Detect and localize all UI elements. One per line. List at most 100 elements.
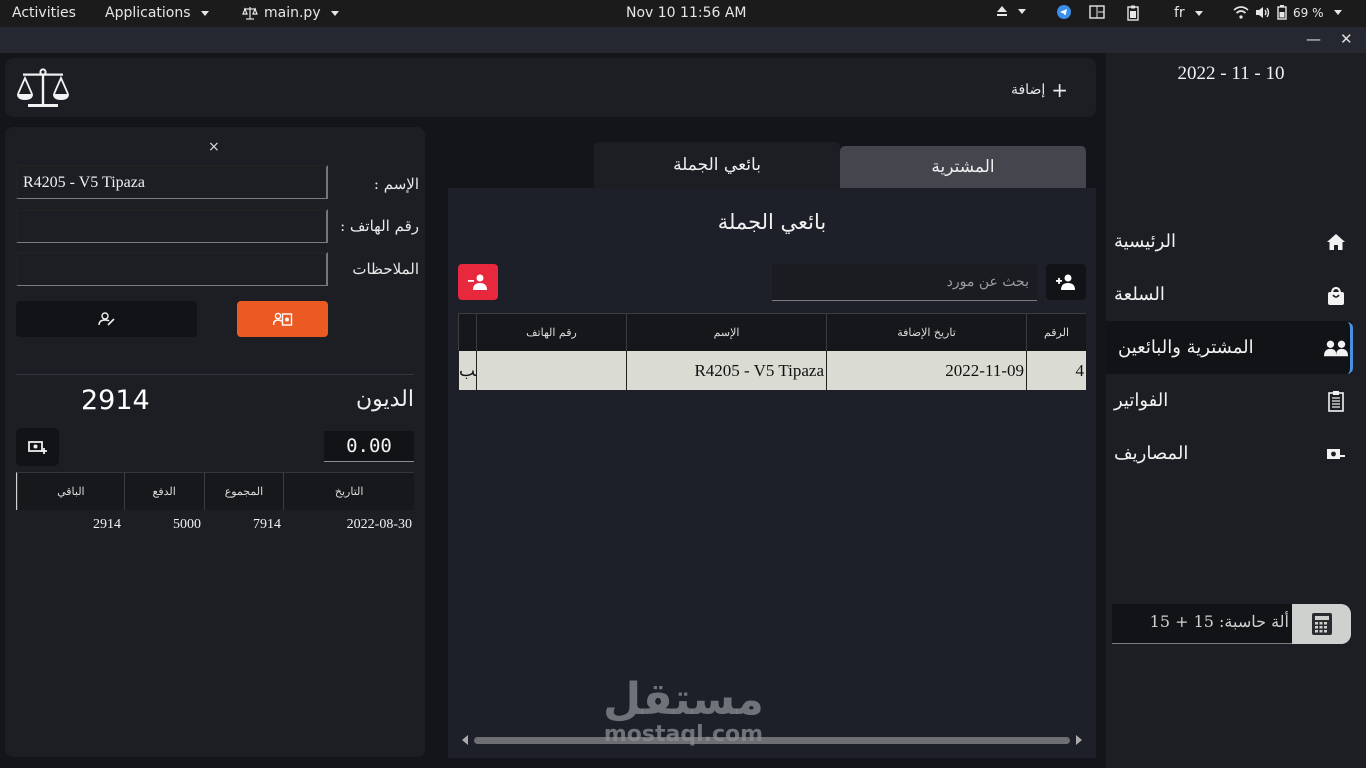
keyboard-layout-menu[interactable]: fr: [1174, 5, 1203, 21]
eject-icon: [997, 6, 1007, 16]
column-header-extra[interactable]: [458, 314, 476, 351]
tab-buyers[interactable]: المشترية: [840, 146, 1086, 188]
edit-supplier-button[interactable]: [16, 301, 197, 337]
telegram-tray[interactable]: [1057, 5, 1071, 19]
phone-row: رقم الهاتف :: [16, 209, 419, 249]
battery-percent: 69 %: [1293, 5, 1324, 20]
applications-menu[interactable]: Applications: [105, 5, 209, 21]
terminal-tray[interactable]: [1089, 5, 1105, 19]
close-panel-button[interactable]: ×: [208, 139, 220, 155]
user-money-icon: [272, 312, 292, 326]
divider: [16, 374, 414, 375]
sidebar-item-goods[interactable]: السلعة: [1106, 268, 1352, 321]
activities-label: Activities: [12, 5, 76, 21]
cell-phone: [476, 351, 626, 390]
name-field[interactable]: [16, 165, 328, 199]
column-header-number[interactable]: الرقم: [1026, 314, 1086, 351]
name-label: الإسم :: [373, 175, 419, 193]
debt-label: الديون: [355, 387, 414, 412]
watermark: مستقل mostaql.com: [603, 676, 764, 746]
scroll-left-icon[interactable]: [462, 735, 468, 745]
debt-value: 2914: [81, 385, 150, 416]
active-indicator: [1347, 322, 1353, 374]
debt-history-table: التاريخ المجموع الدفع الباقي 2022-08-30 …: [16, 472, 414, 540]
current-date: 2022 - 11 - 10: [1177, 63, 1285, 84]
telegram-icon: [1057, 5, 1071, 19]
watermark-latin: mostaql.com: [603, 722, 764, 747]
pay-supplier-button[interactable]: [237, 301, 328, 337]
scroll-right-icon[interactable]: [1076, 735, 1082, 745]
money-add-icon: [27, 441, 47, 454]
sidebar-item-buyers-sellers[interactable]: المشترية والبائعين: [1106, 321, 1352, 374]
add-supplier-button[interactable]: [1046, 264, 1086, 300]
user-edit-icon: [97, 312, 115, 326]
watermark-arabic: مستقل: [603, 674, 764, 725]
chevron-down-icon: [1194, 10, 1203, 16]
phone-field[interactable]: [16, 209, 328, 243]
shopping-bag-icon: [1324, 284, 1348, 308]
calculator-button[interactable]: [1292, 604, 1351, 644]
sidebar-item-home[interactable]: الرئيسية: [1106, 215, 1352, 268]
column-header-phone[interactable]: رقم الهاتف: [476, 314, 626, 351]
chevron-down-icon: [200, 10, 209, 16]
table-row[interactable]: 4 2022-11-09 R4205 - V5 Tipaza حلب: [458, 351, 1086, 390]
column-header-date[interactable]: التاريخ: [283, 473, 414, 510]
minimize-button[interactable]: —: [1306, 30, 1321, 48]
notes-label: الملاحظات: [352, 260, 419, 278]
chevron-down-icon: [330, 10, 339, 16]
app-name: main.py: [264, 5, 321, 21]
chevron-down-icon: [1018, 8, 1026, 14]
supplier-detail-panel: × الإسم : رقم الهاتف : الملاحظات الديون …: [5, 127, 425, 757]
column-header-remaining[interactable]: الباقي: [17, 473, 124, 510]
sidebar-item-invoices[interactable]: الفواتير: [1106, 374, 1352, 427]
suppliers-table: الرقم تاريخ الإضافة الإسم رقم الهاتف 4 2…: [458, 313, 1086, 390]
column-header-name[interactable]: الإسم: [626, 314, 826, 351]
keyboard-layout-label: fr: [1174, 5, 1185, 21]
notes-field[interactable]: [16, 252, 328, 286]
table-header: الرقم تاريخ الإضافة الإسم رقم الهاتف: [458, 313, 1086, 351]
calculator-widget[interactable]: ألة حاسبة: 15 + 15: [1112, 604, 1351, 644]
scales-logo-icon: [17, 68, 69, 107]
eject-menu[interactable]: [996, 5, 1026, 17]
delete-supplier-button[interactable]: [458, 264, 498, 300]
search-supplier-input[interactable]: [772, 264, 1037, 301]
sidebar-item-label: المصاريف: [1114, 443, 1189, 464]
applications-label: Applications: [105, 5, 191, 21]
home-icon: [1324, 230, 1348, 254]
clipboard-tray[interactable]: [1127, 5, 1139, 21]
calculator-icon: [1311, 613, 1332, 635]
app-menu[interactable]: main.py: [242, 5, 339, 21]
sidebar: 2022 - 11 - 10 الرئيسية السلعة المشترية …: [1106, 53, 1366, 768]
column-header-date-added[interactable]: تاريخ الإضافة: [826, 314, 1026, 351]
sidebar-item-label: السلعة: [1114, 284, 1165, 305]
close-window-button[interactable]: ✕: [1340, 30, 1353, 48]
clipboard-tray-icon: [1127, 5, 1139, 21]
cell-number: 4: [1026, 351, 1086, 390]
sidebar-item-expenses[interactable]: المصاريف: [1106, 427, 1352, 480]
cell-total: 7914: [253, 517, 281, 532]
column-header-total[interactable]: المجموع: [203, 473, 284, 510]
column-header-paid[interactable]: الدفع: [123, 473, 204, 510]
add-payment-button[interactable]: [16, 428, 59, 466]
user-minus-icon: [468, 274, 487, 290]
battery-icon: [1277, 5, 1287, 20]
scrollbar-thumb[interactable]: [474, 737, 1070, 744]
add-button[interactable]: + إضافة: [1011, 78, 1068, 102]
scales-icon: [242, 7, 258, 20]
cell-remaining: 2914: [93, 517, 121, 532]
payment-amount-field[interactable]: [324, 431, 414, 462]
volume-icon: [1256, 7, 1270, 18]
sidebar-item-label: الرئيسية: [1114, 231, 1176, 252]
horizontal-scrollbar[interactable]: [462, 735, 1082, 745]
table-row[interactable]: 2022-08-30 7914 5000 2914: [16, 510, 414, 540]
activities-button[interactable]: Activities: [12, 5, 76, 21]
cell-name: R4205 - V5 Tipaza: [626, 351, 826, 390]
clock[interactable]: Nov 10 11:56 AM: [626, 5, 747, 21]
calculator-display[interactable]: ألة حاسبة: 15 + 15: [1150, 612, 1289, 631]
notes-row: الملاحظات: [16, 252, 419, 292]
header-card: + إضافة: [5, 58, 1096, 117]
money-icon: [1324, 442, 1348, 466]
system-status-menu[interactable]: 69 %: [1233, 5, 1342, 20]
wifi-icon: [1233, 6, 1249, 19]
tab-wholesalers[interactable]: بائعي الجملة: [594, 142, 840, 188]
